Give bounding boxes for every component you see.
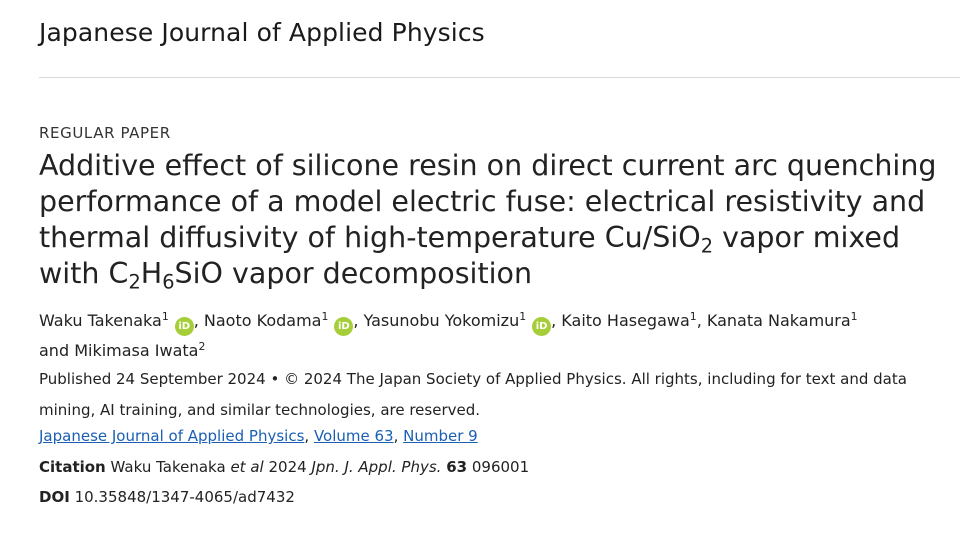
author-affiliation: 1: [161, 310, 169, 324]
doi-label: DOI: [39, 488, 70, 506]
author-affiliation: 2: [198, 340, 206, 354]
title-subscript-3: 6: [162, 270, 175, 294]
volume-link[interactable]: Volume 63: [314, 427, 394, 445]
citation-journal: Jpn. J. Appl. Phys.: [311, 458, 442, 476]
title-subscript-1: 2: [700, 234, 714, 258]
article-page: Japanese Journal of Applied Physics REGU…: [0, 0, 960, 540]
article-title: Additive effect of silicone resin on dir…: [39, 148, 939, 292]
author-affiliation: 1: [519, 310, 527, 324]
citation-article-number: 096001: [471, 458, 530, 476]
orcid-icon[interactable]: iD: [532, 317, 552, 336]
author-name[interactable]: Waku Takenaka: [39, 311, 162, 330]
issue-link[interactable]: Number 9: [403, 427, 478, 445]
authors-conjunction: and: [39, 341, 70, 360]
citation-etal: et al: [230, 458, 264, 476]
header-divider: [39, 77, 960, 78]
doi-value[interactable]: 10.35848/1347-4065/ad7432: [75, 488, 295, 506]
orcid-icon[interactable]: iD: [174, 317, 194, 336]
journal-link[interactable]: Japanese Journal of Applied Physics: [39, 427, 304, 445]
citation-year: 2024: [268, 458, 307, 476]
author-affiliation: 1: [321, 310, 329, 324]
citation-label: Citation: [39, 458, 106, 476]
author-name[interactable]: Naoto Kodama: [204, 311, 322, 330]
article-type-label: REGULAR PAPER: [39, 124, 171, 142]
author-name[interactable]: Yasunobu Yokomizu: [364, 311, 520, 330]
author-name[interactable]: Kanata Nakamura: [707, 311, 851, 330]
title-text-3: H: [140, 257, 163, 290]
author-name[interactable]: Mikimasa Iwata: [74, 341, 198, 360]
published-statement: Published 24 September 2024 • © 2024 The…: [39, 370, 907, 419]
author-list: Waku Takenaka1iD, Naoto Kodama1iD, Yasun…: [39, 310, 858, 360]
title-subscript-2: 2: [128, 270, 141, 294]
author-affiliation: 1: [689, 310, 697, 324]
citation-line: Citation Waku Takenaka et al 2024 Jpn. J…: [39, 458, 529, 476]
doi-line: DOI 10.35848/1347-4065/ad7432: [39, 488, 295, 506]
citation-volume: 63: [446, 458, 468, 476]
author-name[interactable]: Kaito Hasegawa: [561, 311, 689, 330]
journal-name[interactable]: Japanese Journal of Applied Physics: [39, 18, 485, 47]
title-text-4: SiO vapor decomposition: [174, 257, 533, 290]
orcid-icon[interactable]: iD: [334, 317, 354, 336]
author-affiliation: 1: [850, 310, 858, 324]
citation-authors: Waku Takenaka: [110, 458, 226, 476]
publication-links: Japanese Journal of Applied Physics, Vol…: [39, 427, 478, 445]
